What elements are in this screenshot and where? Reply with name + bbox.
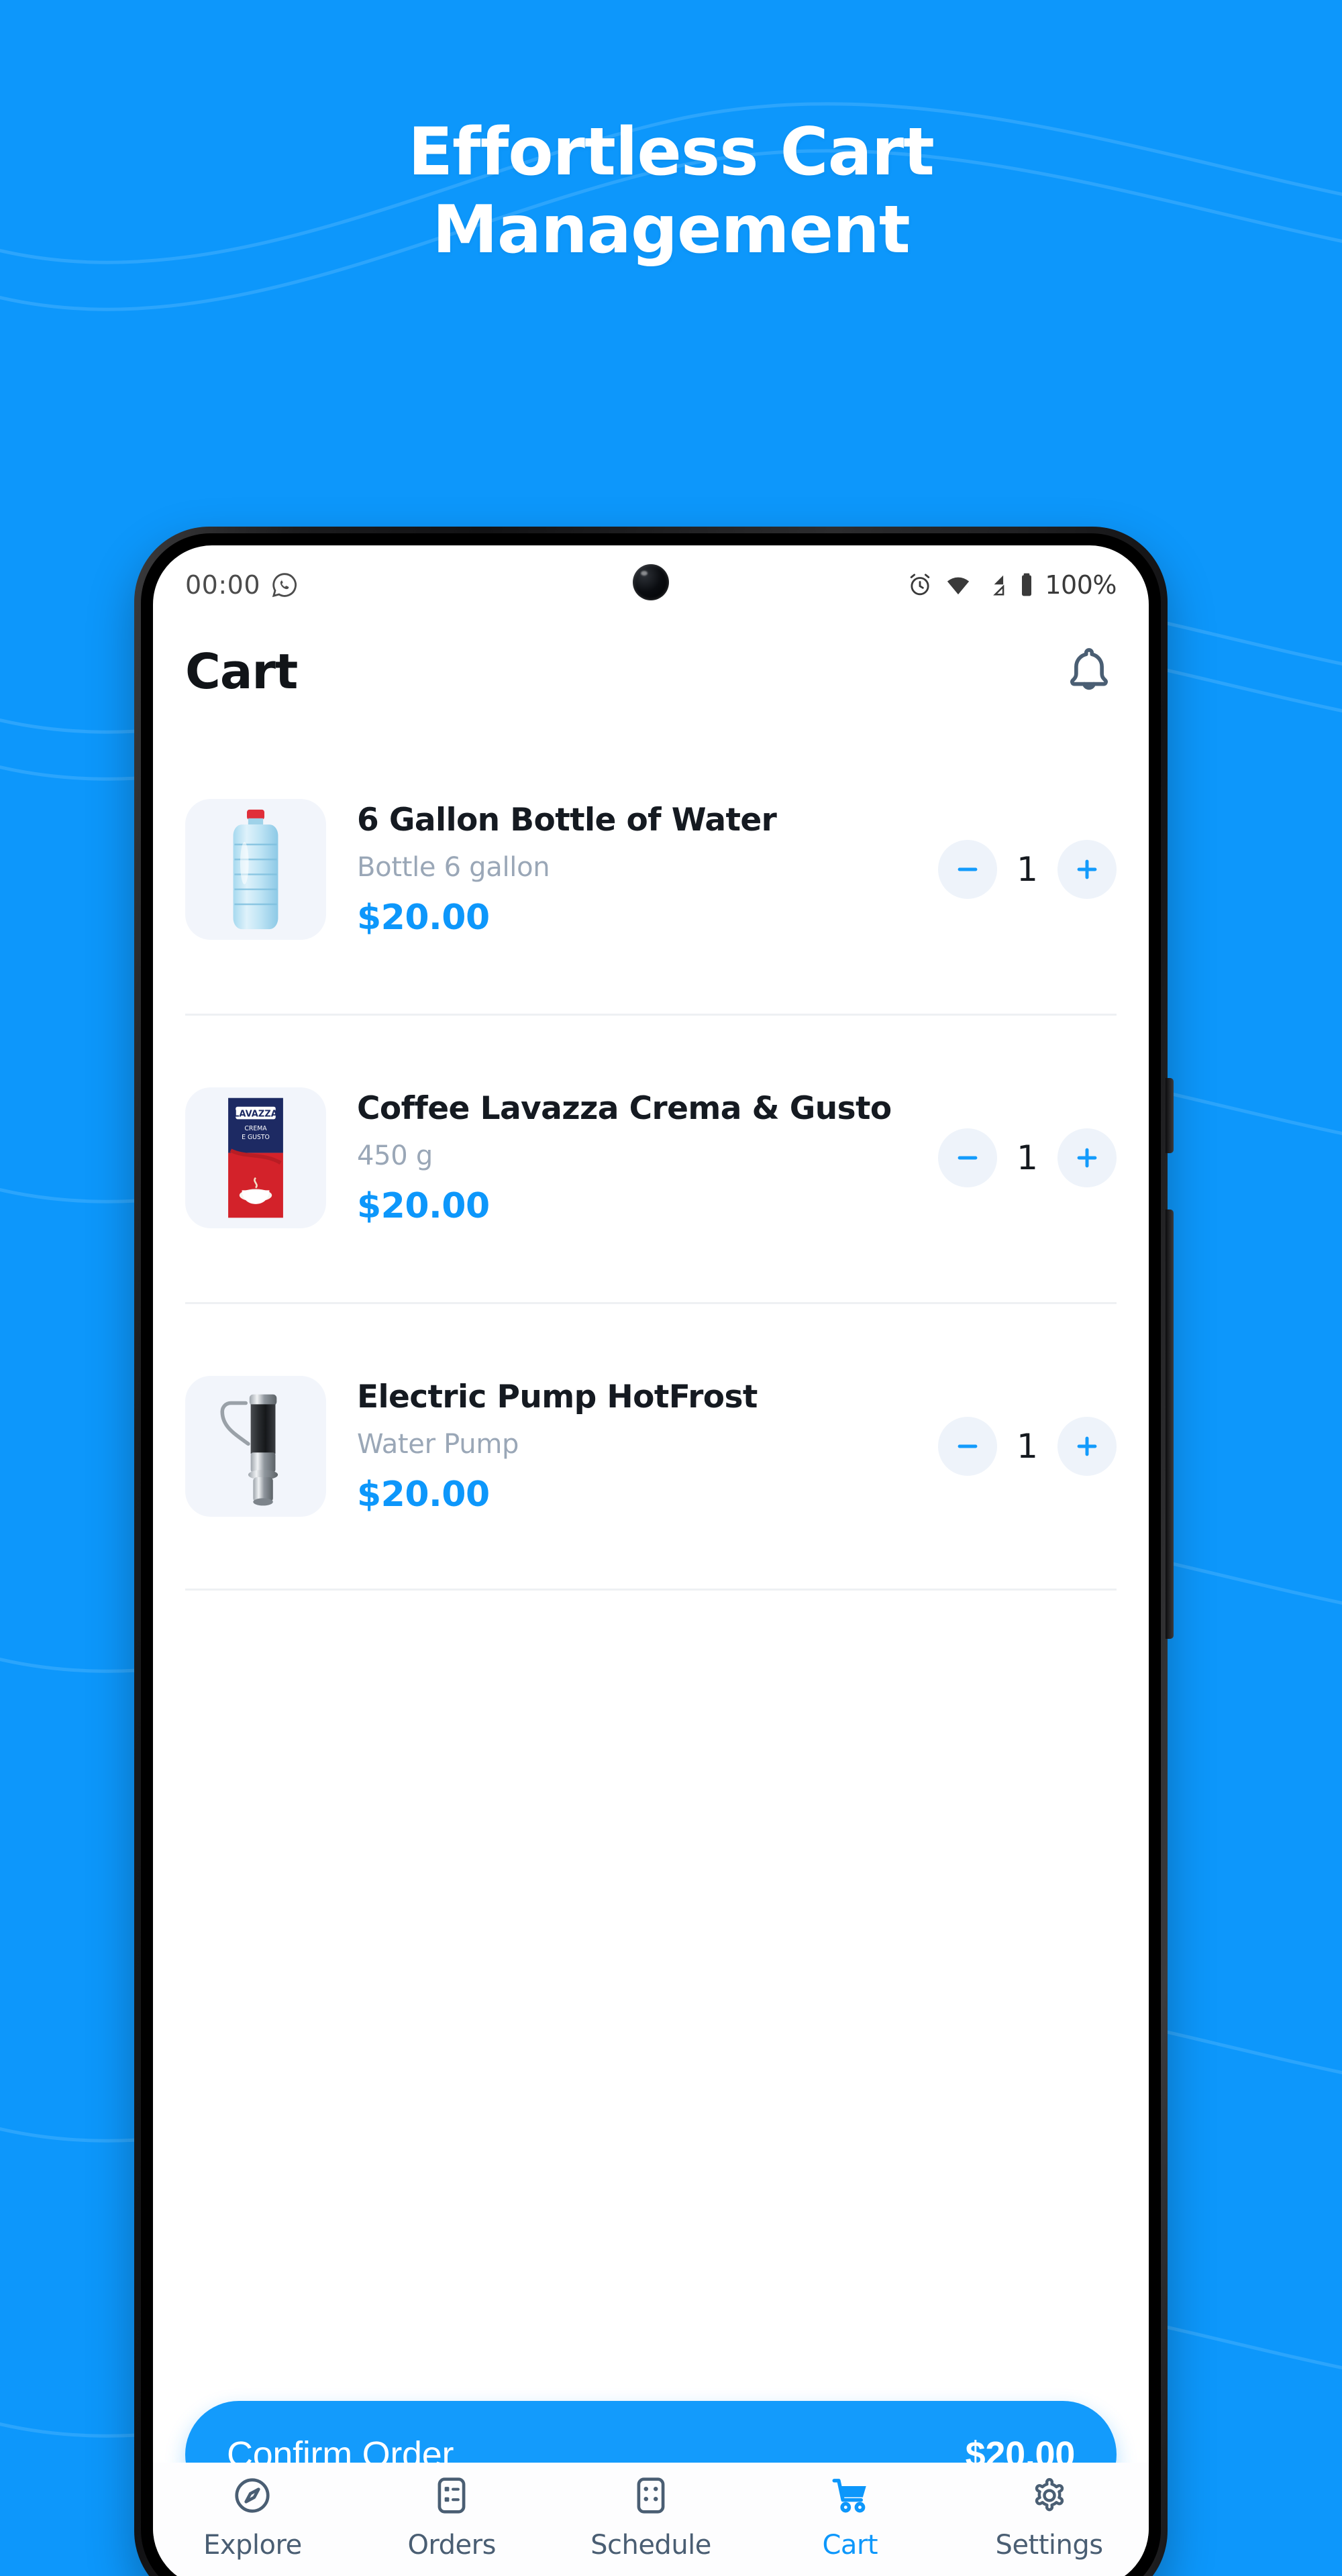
nav-label-orders: Orders (407, 2530, 496, 2561)
plus-icon (1077, 1148, 1097, 1168)
bottom-navigation-bar: Explore Orders Schedule Cart Settings (153, 2463, 1149, 2576)
status-bar-right: 100% (907, 570, 1117, 600)
cart-item[interactable]: 6 Gallon Bottle of Water Bottle 6 gallon… (153, 725, 1149, 1014)
nav-item-settings[interactable]: Settings (949, 2475, 1149, 2561)
product-thumbnail: LAVAZZA CREMA E GUSTO (185, 1087, 326, 1228)
product-title: 6 Gallon Bottle of Water (357, 801, 777, 839)
cart-item[interactable]: LAVAZZA CREMA E GUSTO Coffee Lavazza Cre… (153, 1014, 1149, 1302)
shopping-cart-icon (832, 2479, 866, 2513)
product-info: Coffee Lavazza Crema & Gusto 450 g $20.0… (326, 1090, 938, 1226)
nav-label-schedule: Schedule (590, 2530, 711, 2561)
compass-icon (235, 2478, 270, 2513)
water-bottle-image (233, 809, 278, 930)
increment-quantity-button[interactable] (1057, 1417, 1117, 1476)
nav-item-explore[interactable]: Explore (153, 2475, 352, 2561)
camera-punch-hole (633, 564, 669, 600)
minus-icon (958, 1156, 978, 1160)
increment-quantity-button[interactable] (1057, 840, 1117, 899)
whatsapp-icon (272, 573, 297, 598)
quantity-value: 1 (1017, 1138, 1038, 1177)
promo-headline-line1: Effortless Cart (408, 114, 935, 191)
nav-item-cart[interactable]: Cart (750, 2475, 949, 2561)
signal-icon (993, 575, 1004, 596)
product-thumbnail (185, 799, 326, 940)
list-icon (437, 2477, 466, 2514)
calendar-icon (637, 2477, 665, 2514)
battery-percent: 100% (1045, 570, 1117, 600)
product-subtitle: Bottle 6 gallon (357, 851, 550, 883)
product-title: Electric Pump HotFrost (357, 1378, 758, 1415)
quantity-stepper: 1 (938, 1417, 1117, 1476)
decrement-quantity-button[interactable] (938, 1128, 997, 1187)
phone-volume-button[interactable] (1166, 1210, 1174, 1639)
quantity-value: 1 (1017, 1427, 1038, 1466)
quantity-value: 1 (1017, 850, 1038, 889)
product-title: Coffee Lavazza Crema & Gusto (357, 1089, 892, 1127)
product-thumbnail (185, 1376, 326, 1517)
minus-icon (958, 867, 978, 871)
cart-item-list: 6 Gallon Bottle of Water Bottle 6 gallon… (153, 725, 1149, 1591)
nav-item-schedule[interactable]: Schedule (552, 2475, 751, 2561)
svg-text:E GUSTO: E GUSTO (242, 1134, 270, 1141)
quantity-stepper: 1 (938, 840, 1117, 899)
svg-text:CREMA: CREMA (244, 1125, 267, 1132)
alarm-icon (911, 574, 930, 596)
product-info: 6 Gallon Bottle of Water Bottle 6 gallon… (326, 802, 938, 938)
decrement-quantity-button[interactable] (938, 840, 997, 899)
cart-item[interactable]: Electric Pump HotFrost Water Pump $20.00… (153, 1302, 1149, 1591)
page-title: Cart (185, 643, 298, 700)
nav-label-settings: Settings (995, 2530, 1104, 2561)
decrement-quantity-button[interactable] (938, 1417, 997, 1476)
status-bar-left: 00:00 (185, 570, 298, 600)
quantity-stepper: 1 (938, 1128, 1117, 1187)
product-info: Electric Pump HotFrost Water Pump $20.00 (326, 1379, 938, 1515)
status-bar-clock: 00:00 (185, 570, 261, 600)
phone-mockup: 00:00 100% Cart 6 Gallon Bottle of Water… (134, 527, 1174, 2576)
promo-headline: Effortless Cart Management (0, 114, 1342, 269)
svg-text:LAVAZZA: LAVAZZA (234, 1110, 278, 1120)
product-price: $20.00 (357, 1185, 490, 1226)
app-header: Cart (153, 625, 1149, 718)
coffee-pack-image: LAVAZZA CREMA E GUSTO (228, 1097, 283, 1218)
product-price: $20.00 (357, 897, 490, 938)
increment-quantity-button[interactable] (1057, 1128, 1117, 1187)
product-price: $20.00 (357, 1474, 490, 1515)
wifi-icon (947, 577, 970, 595)
nav-label-cart: Cart (822, 2530, 878, 2561)
plus-icon (1077, 859, 1097, 879)
gear-icon (1035, 2478, 1064, 2512)
electric-pump-image (220, 1394, 278, 1506)
phone-power-button[interactable] (1166, 1078, 1174, 1153)
phone-screen: 00:00 100% Cart 6 Gallon Bottle of Water… (153, 545, 1149, 2576)
minus-icon (958, 1444, 978, 1448)
plus-icon (1077, 1436, 1097, 1456)
status-bar: 00:00 100% (153, 545, 1149, 625)
bell-icon[interactable] (1062, 644, 1117, 699)
product-subtitle: Water Pump (357, 1428, 519, 1460)
battery-icon (1022, 573, 1032, 596)
promo-headline-line2: Management (432, 191, 910, 268)
nav-label-explore: Explore (203, 2530, 302, 2561)
product-subtitle: 450 g (357, 1140, 433, 1171)
nav-item-orders[interactable]: Orders (352, 2475, 552, 2561)
